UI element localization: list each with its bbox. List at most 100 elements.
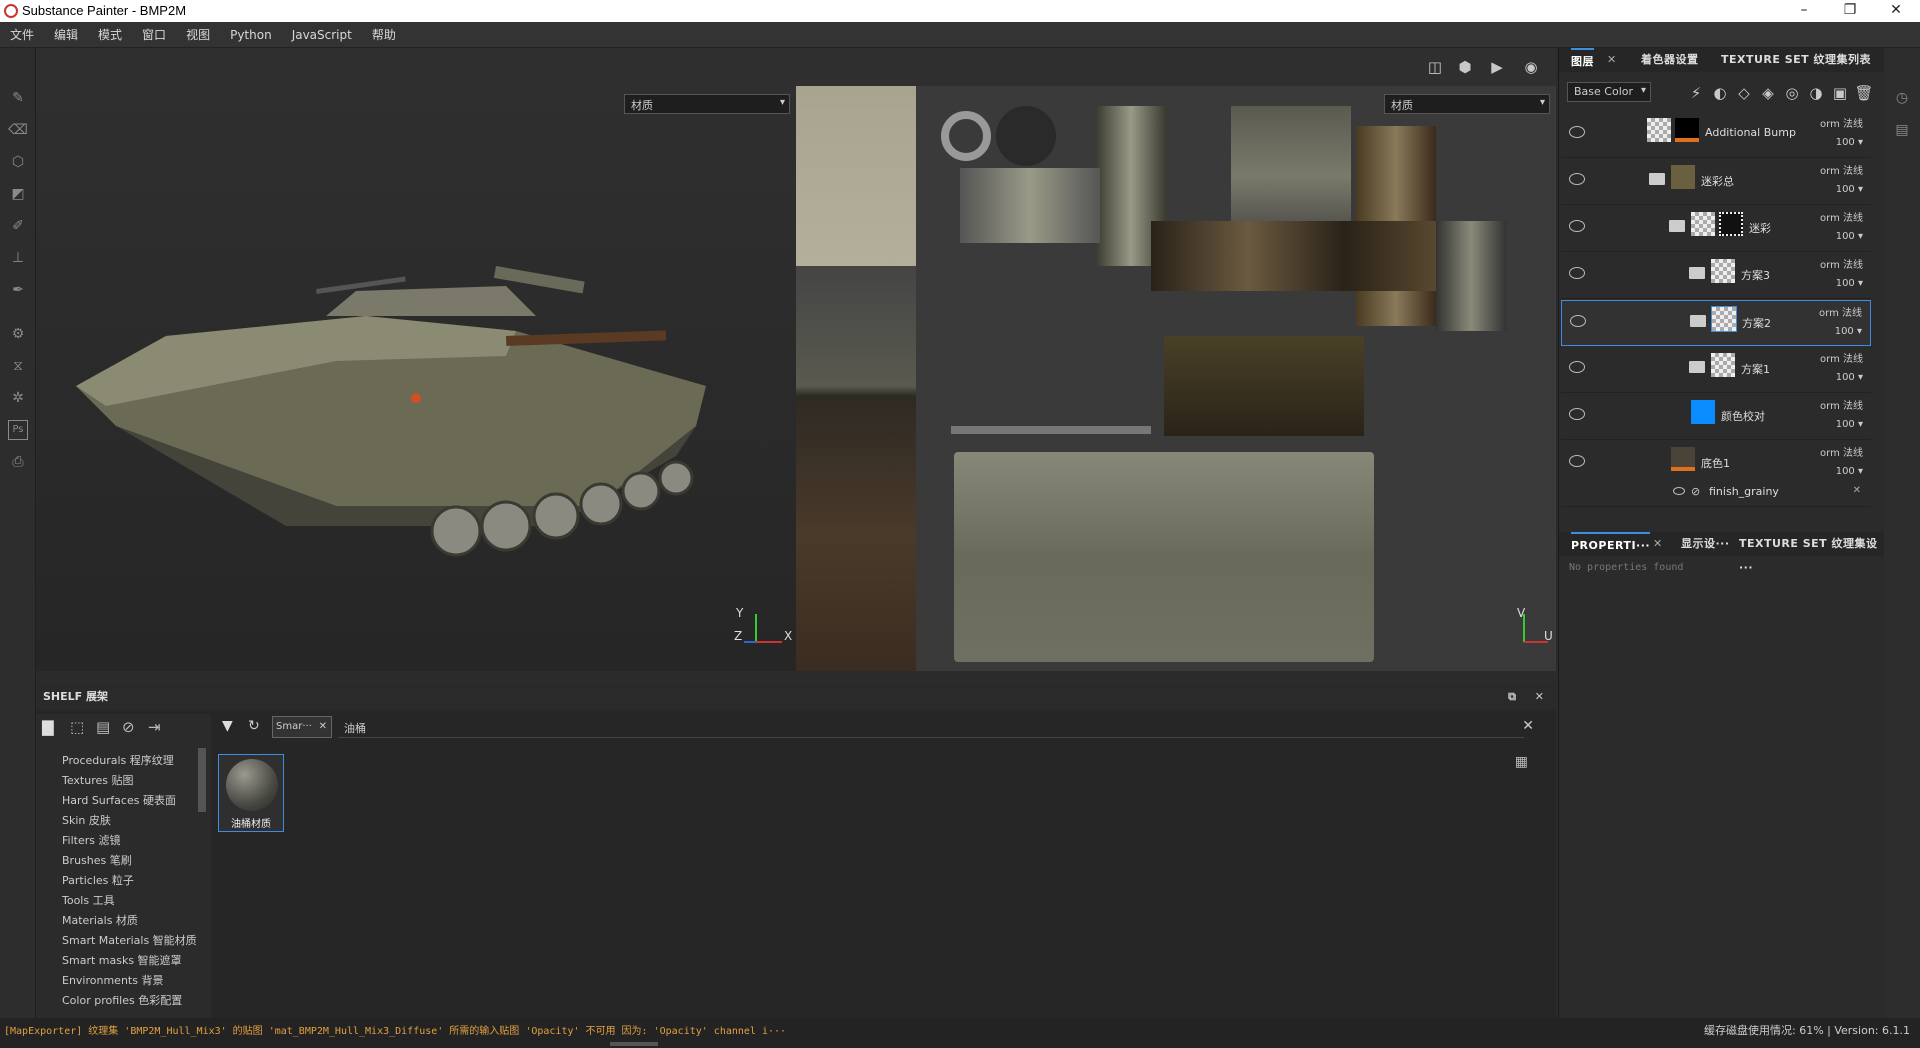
- shelf-category[interactable]: Smart Materials 智能材质: [62, 932, 197, 948]
- shelf-category[interactable]: Particles 粒子: [62, 872, 134, 888]
- shelf-float-icon[interactable]: ⧉: [1508, 684, 1516, 710]
- split-view-icon[interactable]: ◫: [1424, 56, 1446, 78]
- tab-properties[interactable]: PROPERTI···: [1571, 532, 1651, 556]
- shelf-scrollbar[interactable]: [198, 748, 206, 812]
- shelf-item-material[interactable]: 油桶材质: [218, 754, 284, 832]
- status-scroll-handle[interactable]: [610, 1042, 658, 1046]
- layer-blend[interactable]: orm 法线 100 ▾: [1820, 163, 1863, 199]
- shelf-category[interactable]: Color profiles 色彩配置: [62, 992, 182, 1008]
- visibility-eye-icon[interactable]: [1570, 315, 1586, 327]
- layer-blend[interactable]: orm 法线 100 ▾: [1820, 398, 1863, 434]
- tab-shader-settings[interactable]: 着色器设置: [1641, 48, 1699, 72]
- shelf-search-input[interactable]: 油桶: [338, 716, 1524, 738]
- filter-icon[interactable]: ▼: [222, 718, 233, 734]
- menu-window[interactable]: 窗口: [132, 22, 176, 48]
- 3d-cube-icon[interactable]: ⬢: [1454, 56, 1476, 78]
- layer-row[interactable]: 颜色校对 orm 法线 100 ▾: [1561, 394, 1871, 440]
- layer-row[interactable]: Additional Bump orm 法线 100 ▾: [1561, 112, 1871, 158]
- filter-tag-remove-icon[interactable]: ✕: [319, 721, 327, 732]
- add-smart-mask-icon[interactable]: ◐: [1709, 82, 1731, 104]
- maximize-button[interactable]: ❐: [1828, 0, 1872, 22]
- shelf-category[interactable]: Procedurals 程序纹理: [62, 752, 174, 768]
- history-icon[interactable]: ◷: [1892, 88, 1912, 108]
- menu-python[interactable]: Python: [220, 22, 282, 48]
- visibility-eye-icon[interactable]: [1569, 267, 1585, 279]
- add-folder-icon[interactable]: ▣: [1829, 82, 1851, 104]
- visibility-eye-icon[interactable]: [1569, 361, 1585, 373]
- add-mask-icon[interactable]: ◑: [1805, 82, 1827, 104]
- layer-row[interactable]: 迷彩总 orm 法线 100 ▾: [1561, 159, 1871, 205]
- visibility-eye-icon[interactable]: [1569, 173, 1585, 185]
- tab-layers-close-icon[interactable]: ✕: [1607, 48, 1617, 72]
- tab-layers[interactable]: 图层: [1571, 48, 1594, 72]
- layer-blend[interactable]: orm 法线 100 ▾: [1820, 257, 1863, 293]
- layer-row[interactable]: 方案3 orm 法线 100 ▾: [1561, 253, 1871, 299]
- log-icon[interactable]: ▤: [1892, 120, 1912, 140]
- shelf-category[interactable]: Brushes 笔刷: [62, 852, 132, 868]
- menu-mode[interactable]: 模式: [88, 22, 132, 48]
- shelf-category[interactable]: Hard Surfaces 硬表面: [62, 792, 176, 808]
- tab-properties-close-icon[interactable]: ✕: [1653, 532, 1663, 556]
- delete-layer-icon[interactable]: 🗑: [1853, 82, 1875, 104]
- shelf-category[interactable]: Smart masks 智能遮罩: [62, 952, 182, 968]
- settings-icon[interactable]: ⚙: [8, 324, 28, 344]
- export-icon[interactable]: ⎙: [8, 452, 28, 472]
- new-shelf-icon[interactable]: ⬚: [70, 718, 84, 736]
- hide-icon[interactable]: ⊘: [122, 718, 135, 736]
- layer-blend[interactable]: orm 法线 100 ▾: [1820, 210, 1863, 246]
- eraser-icon[interactable]: ⌫: [8, 120, 28, 140]
- polygon-fill-icon[interactable]: ◩: [8, 184, 28, 204]
- minimize-button[interactable]: –: [1782, 0, 1826, 22]
- visibility-eye-icon[interactable]: [1569, 126, 1585, 138]
- refresh-icon[interactable]: ↻: [248, 718, 260, 734]
- bake-icon[interactable]: ⧖: [8, 356, 28, 376]
- shelf-category[interactable]: Environments 背景: [62, 972, 163, 988]
- menu-javascript[interactable]: JavaScript: [282, 22, 362, 48]
- layer-row-selected[interactable]: 方案2 orm 法线 100 ▾: [1561, 300, 1871, 346]
- list-view-icon[interactable]: ▤: [96, 718, 110, 736]
- visibility-eye-icon[interactable]: [1569, 408, 1585, 420]
- paint-brush-icon[interactable]: ✎: [8, 88, 28, 108]
- effect-remove-icon[interactable]: ✕: [1853, 485, 1861, 496]
- menu-file[interactable]: 文件: [0, 22, 44, 48]
- add-fill-layer-icon[interactable]: ◈: [1757, 82, 1779, 104]
- add-layer-icon[interactable]: ◎: [1781, 82, 1803, 104]
- shelf-category[interactable]: Skin 皮肤: [62, 812, 111, 828]
- visibility-eye-icon[interactable]: [1569, 220, 1585, 232]
- layer-blend[interactable]: orm 法线 100 ▾: [1820, 116, 1863, 152]
- magic-wand-icon[interactable]: ⚡: [1685, 82, 1707, 104]
- filter-tag[interactable]: Smar··· ✕: [272, 716, 332, 738]
- effect-visibility-eye-icon[interactable]: [1673, 487, 1685, 495]
- shelf-category[interactable]: Tools 工具: [62, 892, 115, 908]
- channel-dropdown[interactable]: Base Color ▾: [1567, 82, 1651, 102]
- menu-view[interactable]: 视图: [176, 22, 220, 48]
- menu-edit[interactable]: 编辑: [44, 22, 88, 48]
- viewport-2d-channel-dropdown[interactable]: 材质 ▾: [1384, 94, 1550, 114]
- add-effect-icon[interactable]: ◇: [1733, 82, 1755, 104]
- visibility-eye-icon[interactable]: [1569, 455, 1585, 467]
- shelf-category[interactable]: Filters 滤镜: [62, 832, 120, 848]
- gear-small-icon[interactable]: ✲: [8, 388, 28, 408]
- photoshop-icon[interactable]: Ps: [8, 420, 28, 440]
- layer-blend[interactable]: orm 法线 100 ▾: [1819, 305, 1862, 341]
- layer-row[interactable]: 底色1 orm 法线 100 ▾ ⊘ finish_grainy ✕: [1561, 441, 1871, 507]
- clear-search-icon[interactable]: ✕: [1522, 718, 1534, 734]
- menu-help[interactable]: 帮助: [362, 22, 406, 48]
- layer-blend[interactable]: orm 法线 100 ▾: [1820, 445, 1863, 481]
- viewport-2d-uv[interactable]: 材质 ▾ V U: [796, 86, 1556, 671]
- layer-blend[interactable]: orm 法线 100 ▾: [1820, 351, 1863, 387]
- camera-video-icon[interactable]: ▶: [1486, 56, 1508, 78]
- color-picker-icon[interactable]: ✒: [8, 280, 28, 300]
- shelf-close-icon[interactable]: ✕: [1535, 684, 1544, 710]
- screenshot-icon[interactable]: ◉: [1520, 56, 1542, 78]
- grid-view-icon[interactable]: ▦: [1515, 754, 1528, 770]
- folder-view-icon[interactable]: ▇: [42, 718, 54, 736]
- clone-stamp-icon[interactable]: ⊥: [8, 248, 28, 268]
- viewport-3d[interactable]: 材质 ▾ Y Z X: [36, 86, 796, 671]
- layer-row[interactable]: 方案1 orm 法线 100 ▾: [1561, 347, 1871, 393]
- tab-texture-set-list[interactable]: TEXTURE SET 纹理集列表: [1721, 48, 1871, 72]
- shelf-category[interactable]: Textures 贴图: [62, 772, 134, 788]
- smudge-icon[interactable]: ✐: [8, 216, 28, 236]
- tab-texture-set-settings[interactable]: TEXTURE SET 纹理集设···: [1739, 532, 1885, 574]
- tab-display-settings[interactable]: 显示设···: [1681, 532, 1730, 556]
